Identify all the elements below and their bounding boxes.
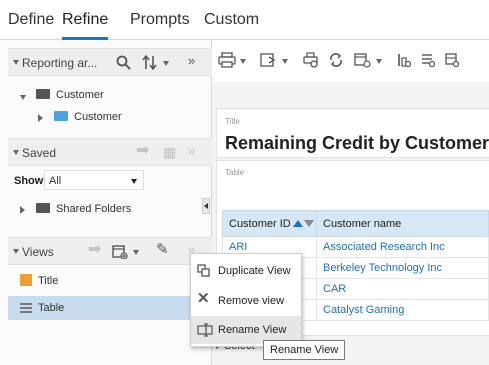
expand-panel-icon: » <box>188 143 196 158</box>
view-item-table[interactable]: Table <box>8 296 212 320</box>
duplicate-icon <box>197 264 211 281</box>
folder-icon <box>36 89 50 99</box>
sort-icon[interactable] <box>142 54 158 72</box>
views-context-menu: Duplicate View ✕ Remove view Rename View <box>190 253 302 347</box>
pencil-icon[interactable]: ✎ <box>156 242 169 257</box>
calculation-icon[interactable] <box>444 52 460 72</box>
table-cell[interactable]: Catalyst Gaming <box>316 299 489 321</box>
column-header-customer-name[interactable]: Customer name <box>316 210 489 237</box>
title-view-icon <box>20 274 32 286</box>
saved-header[interactable]: Saved ➡ ▦ » <box>8 138 212 166</box>
tab-prompts[interactable]: Prompts <box>130 8 190 40</box>
tree-expand-icon[interactable] <box>20 206 25 214</box>
collapse-icon[interactable] <box>13 60 19 65</box>
column-header-customer-id[interactable]: Customer ID <box>222 210 317 237</box>
view-item-title[interactable]: Title <box>8 270 212 292</box>
table-header-row: Customer ID Customer name <box>222 210 489 237</box>
menu-item-label: Duplicate View <box>218 265 291 277</box>
menu-item-label: Rename View <box>218 324 287 336</box>
view-item-title-label: Title <box>38 275 59 287</box>
column-chart-icon[interactable] <box>396 52 412 72</box>
tree-expand-icon[interactable] <box>38 114 43 122</box>
chevron-down-icon[interactable] <box>163 61 169 66</box>
chevron-down-icon[interactable] <box>133 250 139 255</box>
collapse-icon[interactable] <box>13 249 19 254</box>
collapse-icon[interactable] <box>13 150 19 155</box>
views-label: Views <box>22 245 54 259</box>
print-preview-icon[interactable] <box>302 52 320 72</box>
title-view-caption: Title <box>225 117 240 126</box>
tree-item-customer[interactable]: Customer <box>74 111 122 123</box>
report-toolbar <box>212 40 489 82</box>
new-view-icon[interactable] <box>112 244 128 261</box>
refresh-icon[interactable] <box>328 52 344 72</box>
export-icon[interactable] <box>260 52 278 72</box>
reporting-areas-label: Reporting ar... <box>22 56 98 70</box>
table-cell[interactable]: Associated Research Inc <box>316 236 489 258</box>
chevron-down-icon <box>131 179 137 184</box>
tab-define[interactable]: Define <box>8 8 54 40</box>
title-view[interactable]: Title Remaining Credit by Customer <box>216 108 489 158</box>
top-tab-bar: Define Refine Prompts Custom <box>0 0 489 40</box>
view-item-table-label: Table <box>38 302 65 314</box>
menu-item-duplicate-view[interactable]: Duplicate View <box>191 257 301 285</box>
column-header-label: Customer ID <box>229 217 291 230</box>
save-icon: ▦ <box>163 144 177 160</box>
tree-item-customer-folder[interactable]: Customer <box>56 89 104 101</box>
arrow-right-icon: ➡ <box>136 142 150 159</box>
table-cell[interactable]: CAR <box>316 278 489 300</box>
print-icon[interactable] <box>218 52 236 72</box>
tree-collapse-icon[interactable] <box>20 95 26 100</box>
rename-icon <box>197 323 213 340</box>
show-select[interactable]: All <box>44 170 144 190</box>
expand-panel-icon[interactable]: » <box>188 54 195 68</box>
show-label: Show <box>14 175 44 187</box>
table-cell[interactable]: Berkeley Technology Inc <box>316 257 489 279</box>
views-header[interactable]: Views ➡ ✎ » <box>8 237 212 265</box>
close-icon: ✕ <box>197 290 210 307</box>
sort-ascending-icon[interactable] <box>292 220 303 228</box>
search-icon[interactable] <box>116 55 131 72</box>
add-view-icon[interactable] <box>354 52 372 72</box>
subject-area-icon <box>54 111 68 121</box>
chevron-down-icon[interactable] <box>240 59 246 64</box>
sort-descending-icon[interactable] <box>303 220 314 228</box>
tab-refine[interactable]: Refine <box>62 8 109 40</box>
tree-item-shared-folders[interactable]: Shared Folders <box>56 203 131 215</box>
filter-icon[interactable] <box>420 52 436 72</box>
saved-label: Saved <box>22 146 57 160</box>
menu-item-label: Remove view <box>218 295 285 307</box>
arrow-right-icon: ➡ <box>88 241 102 258</box>
table-view-caption: Table <box>225 168 245 177</box>
menu-item-remove-view[interactable]: ✕ Remove view <box>191 287 301 315</box>
chevron-down-icon[interactable] <box>282 59 288 64</box>
report-title: Remaining Credit by Customer <box>225 133 489 153</box>
tab-custom[interactable]: Custom <box>204 8 259 40</box>
tooltip: Rename View <box>263 340 346 360</box>
collapse-left-icon <box>204 203 208 209</box>
reporting-areas-header[interactable]: Reporting ar... » <box>8 48 212 76</box>
splitter-handle[interactable] <box>202 198 210 214</box>
table-view-icon <box>20 301 32 313</box>
left-panel: Reporting ar... » Customer Customer Save… <box>0 40 212 365</box>
show-select-value: All <box>49 175 62 187</box>
chevron-down-icon[interactable] <box>376 59 382 64</box>
folder-icon <box>36 203 50 213</box>
